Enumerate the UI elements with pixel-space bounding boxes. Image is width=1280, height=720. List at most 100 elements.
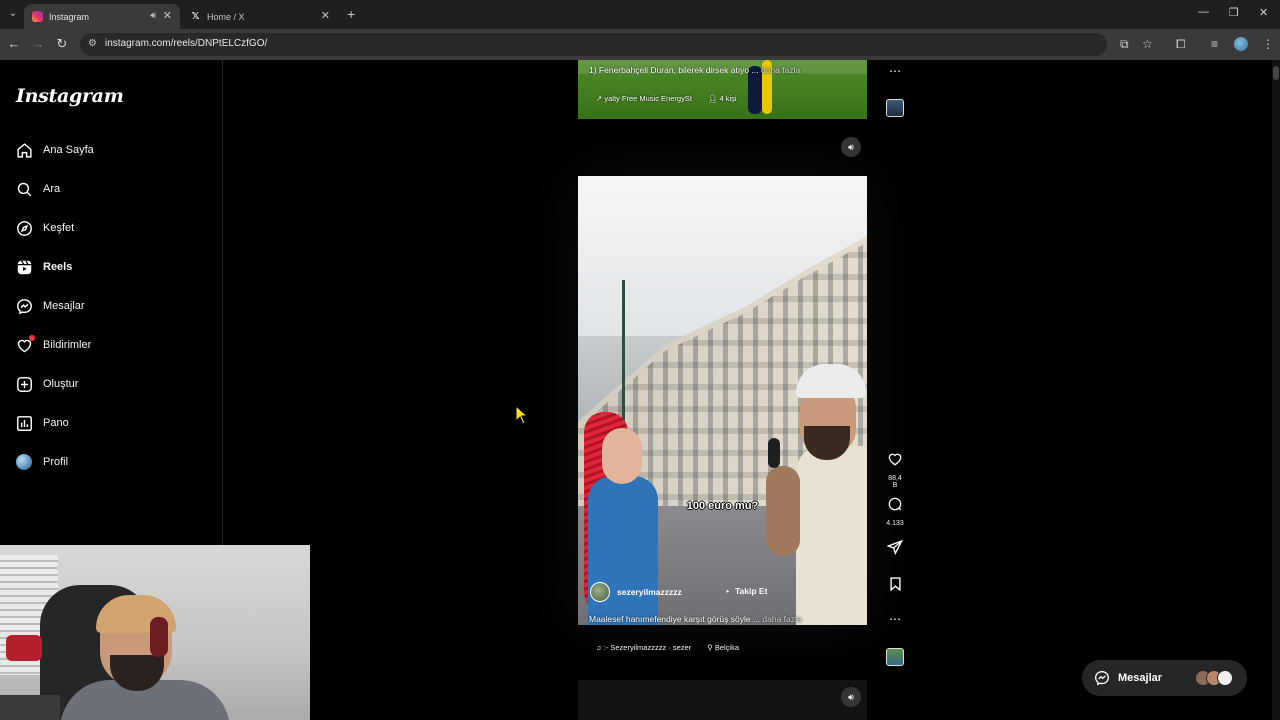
bookmark-star-icon[interactable]: ☆ [1142,37,1153,51]
tab-x[interactable]: 𝕏 Home / X ✕ [182,4,338,29]
heart-icon [15,335,35,354]
more-options-icon[interactable]: ⋯ [885,64,905,78]
profile-avatar [15,453,33,471]
reel-audio-row: ♫ :- Sezeryilmazzzzz · sezer ⚲ Belçika [596,643,739,652]
site-info-icon[interactable]: ⚙ [88,38,97,49]
sidebar-item-create[interactable]: Oluştur [15,372,78,396]
sidebar-item-label: Profil [43,456,69,468]
restore-icon[interactable]: ❐ [1229,6,1239,19]
home-icon [15,141,33,159]
reel-caption[interactable]: Maalesef hanımefendiye karşıt görüş söyl… [589,614,802,624]
back-icon[interactable]: ← [6,36,22,51]
sidebar-item-search[interactable]: Ara [15,177,60,201]
reel-author[interactable]: sezeryilmazzzzz [590,582,682,602]
webcam-overlay [0,545,310,720]
headphones [150,617,168,657]
browser-tab-bar: ⌄ Instagram 🔊︎ ✕ 𝕏 Home / X ✕ + — ❐ ✕ [0,0,1280,29]
mouse-cursor [515,405,529,425]
sidebar-item-label: Mesajlar [43,300,85,312]
comment-icon [888,497,902,511]
sidebar-item-label: Bildirimler [43,339,92,351]
sidebar-item-messages[interactable]: Mesajlar [15,294,85,318]
save-button[interactable] [885,576,905,597]
instagram-favicon [32,11,43,22]
message-avatars [1195,670,1233,686]
compass-icon [15,219,33,237]
next-reel[interactable] [578,680,867,720]
sidebar-item-reels[interactable]: Reels [15,255,72,279]
reload-icon[interactable]: ↻ [54,36,70,52]
plus-square-icon [15,375,33,393]
close-window-icon[interactable]: ✕ [1259,6,1268,19]
author-username[interactable]: sezeryilmazzzzz [617,587,682,597]
search-icon [15,180,33,198]
browser-profile-avatar[interactable] [1234,37,1248,51]
microphone [6,635,42,661]
address-bar[interactable]: ⚙ instagram.com/reels/DNPtELCzfGO/ [80,33,1107,56]
install-app-icon[interactable]: ⧉ [1120,37,1129,52]
instagram-logo[interactable]: Instagram [16,85,124,107]
close-tab-icon[interactable]: ✕ [321,9,330,22]
speaker-icon[interactable]: 🔊︎ [150,10,156,21]
forward-icon[interactable]: → [30,36,46,51]
video-subtitle: 100 euro mu? [686,500,759,512]
send-icon [886,539,904,556]
handheld-microphone [768,438,780,468]
likes-count: 88,4 B [888,475,902,489]
sidebar-item-label: Ara [43,183,61,195]
sidebar-item-explore[interactable]: Keşfet [15,216,74,240]
more-link[interactable]: daha fazla [761,65,800,75]
close-tab-icon[interactable]: ✕ [163,9,172,22]
follow-button[interactable]: Takip Et [726,586,767,596]
mute-icon[interactable]: 🔊︎ [841,687,861,707]
tab-instagram[interactable]: Instagram 🔊︎ ✕ [24,4,180,29]
location-tag[interactable]: ⚲ Belçika [707,643,739,652]
audio-thumbnail[interactable] [886,99,904,117]
extensions-icon[interactable]: ⧠ [1176,37,1186,52]
comment-button[interactable]: 4.133 [885,496,905,527]
sidebar-item-label: Reels [43,261,73,273]
bookmark-icon [889,577,901,592]
audio-label[interactable]: ♫ :- Sezeryilmazzzzz · sezer [596,643,691,652]
keyboard [0,695,60,720]
sidebar-item-dashboard[interactable]: Pano [15,411,69,435]
browser-toolbar: ← → ↻ ⚙ instagram.com/reels/DNPtELCzfGO/… [0,29,1280,60]
dashboard-icon [15,414,33,432]
previous-reel[interactable]: 1) Fenerbahçeli Duran, bilerek dirsek at… [578,60,867,119]
author-avatar[interactable] [590,582,610,602]
audio-thumbnail[interactable] [886,648,904,666]
sidebar-item-label: Keşfet [43,222,75,234]
reel-meta: ↗ yalty Free Music EnergySt 👤︎ 4 kişi [596,94,737,103]
url-text[interactable]: instagram.com/reels/DNPtELCzfGO/ [105,38,267,49]
share-button[interactable] [885,539,905,560]
tab-title: Instagram [49,11,90,22]
sidebar-item-profile[interactable]: Profil [15,450,68,474]
man-figure [796,446,867,625]
people-tag[interactable]: 👤︎ 4 kişi [708,94,737,103]
scrollbar-thumb[interactable] [1273,66,1279,80]
mute-icon[interactable]: 🔊︎ [841,137,861,157]
sidebar-item-label: Ana Sayfa [43,144,94,156]
minimize-icon[interactable]: — [1198,6,1209,18]
messages-pill[interactable]: Mesajlar [1082,660,1247,696]
messenger-icon [1094,670,1110,686]
sidebar-item-notifications[interactable]: Bildirimler [15,333,91,357]
reel-caption[interactable]: 1) Fenerbahçeli Duran, bilerek dirsek at… [589,65,800,75]
notification-dot [29,335,35,341]
tab-title: Home / X [207,11,245,22]
main-reel-video[interactable]: 100 euro mu? sezeryilmazzzzz Takip Et Ma… [578,176,867,625]
sidebar-item-home[interactable]: Ana Sayfa [15,138,94,162]
more-link[interactable]: daha fazla [762,614,801,624]
page-scrollbar[interactable] [1272,60,1280,720]
like-button[interactable]: 88,4 B [885,451,905,489]
more-options-icon[interactable]: ⋯ [885,612,905,626]
messages-label: Mesajlar [1118,672,1163,684]
audio-label[interactable]: ↗ yalty Free Music EnergySt [596,94,692,103]
sidebar-item-label: Oluştur [43,378,79,390]
tab-search-icon[interactable]: ⌄ [4,5,22,23]
new-tab-button[interactable]: + [347,6,355,22]
media-control-icon[interactable]: ≡ [1211,37,1218,51]
menu-icon[interactable]: ⋮ [1262,37,1274,51]
x-favicon: 𝕏 [191,11,200,22]
comments-count: 4.133 [886,520,904,527]
